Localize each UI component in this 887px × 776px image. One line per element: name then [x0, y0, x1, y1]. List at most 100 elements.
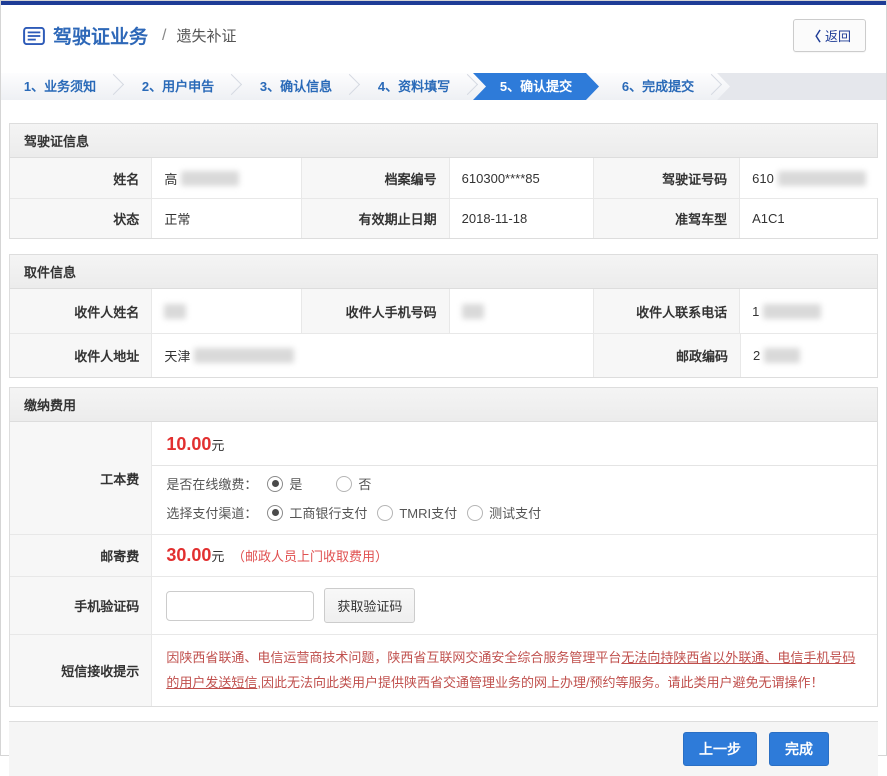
previous-step-button[interactable]: 上一步: [683, 732, 757, 766]
vehicle-class-label: 准驾车型: [593, 198, 740, 238]
recipient-phone-text: 1: [752, 304, 759, 319]
payment-channel-question: 选择支付渠道：: [166, 503, 257, 522]
mail-fee-unit: 元: [211, 549, 224, 564]
captcha-label: 手机验证码: [10, 576, 151, 634]
recipient-name-value: [151, 289, 301, 333]
redacted-text: [764, 348, 800, 363]
recipient-phone-label: 收件人联系电话: [593, 289, 740, 333]
breadcrumb-current: 遗失补证: [176, 25, 236, 46]
back-button[interactable]: 〈 返回: [793, 19, 866, 52]
step-label: 5、确认提交: [500, 79, 572, 94]
radio-unselected-icon: [336, 476, 352, 492]
footer-action-bar: 上一步 完成: [9, 721, 878, 776]
license-info-panel: 驾驶证信息 姓名 高 档案编号 610300****85 驾驶证号码 610 状…: [9, 123, 878, 239]
radio-channel-test[interactable]: 测试支付: [467, 503, 541, 522]
page-title: 驾驶证业务: [53, 22, 148, 49]
redacted-text: [778, 171, 866, 186]
file-number-value: 610300****85: [449, 158, 593, 198]
work-fee-amount-line: 10.00元: [152, 422, 877, 466]
back-chevron-icon: 〈: [808, 26, 821, 45]
recipient-mobile-value: [449, 289, 593, 333]
recipient-address-label: 收件人地址: [10, 333, 151, 377]
license-service-icon: [23, 27, 45, 45]
fees-panel: 缴纳费用 工本费 10.00元 是否在线缴费： 是 否 选择支付渠道：: [9, 387, 878, 707]
finish-button[interactable]: 完成: [769, 732, 829, 766]
online-payment-question-row: 是否在线缴费： 是 否: [152, 466, 877, 495]
license-number-text: 610: [752, 171, 774, 186]
name-label: 姓名: [10, 158, 151, 198]
expiry-value: 2018-11-18: [449, 198, 593, 238]
sms-text-before: 因陕西省联通、电信运营商技术问题，陕西省互联网交通安全综合服务管理平台: [166, 650, 621, 665]
status-value: 正常: [151, 198, 301, 238]
pickup-info-title: 取件信息: [10, 255, 877, 289]
radio-channel-tmri[interactable]: TMRI支付: [377, 503, 457, 522]
radio-pay-online-no[interactable]: 否: [336, 474, 371, 493]
work-fee-row: 工本费 10.00元 是否在线缴费： 是 否 选择支付渠道：: [10, 422, 877, 534]
step-nav: 1、业务须知 2、用户申告 3、确认信息 4、资料填写 5、确认提交 6、完成提…: [1, 73, 886, 100]
name-value: 高: [151, 158, 301, 198]
zip-code-text: 2: [753, 348, 760, 363]
mail-fee-row: 邮寄费 30.00元 （邮政人员上门收取费用）: [10, 534, 877, 576]
step-label: 3、确认信息: [260, 79, 332, 94]
step-label: 4、资料填写: [378, 79, 450, 94]
payment-channel-row: 选择支付渠道： 工商银行支付 TMRI支付 测试支付: [152, 495, 877, 534]
sms-notice-content: 因陕西省联通、电信运营商技术问题，陕西省互联网交通安全综合服务管理平台无法向持陕…: [151, 634, 877, 706]
captcha-input[interactable]: [166, 591, 314, 621]
channel-tmri-label: TMRI支付: [399, 503, 457, 522]
sms-notice-label: 短信接收提示: [10, 634, 151, 706]
redacted-text: [164, 304, 186, 319]
sms-text-after: ,因此无法向此类用户提供陕西省交通管理业务的网上办理/预约等服务。请此类用户避免…: [257, 675, 823, 690]
breadcrumb-separator: /: [162, 27, 166, 45]
radio-selected-icon: [267, 505, 283, 521]
file-number-label: 档案编号: [301, 158, 448, 198]
radio-channel-icbc[interactable]: 工商银行支付: [267, 503, 367, 522]
step-1-business-notice[interactable]: 1、业务须知: [1, 73, 119, 100]
step-4-fill-data[interactable]: 4、资料填写: [355, 73, 473, 100]
work-fee-amount: 10.00: [166, 434, 211, 454]
step-6-complete-submit[interactable]: 6、完成提交: [599, 73, 717, 100]
recipient-phone-value: 1: [739, 289, 877, 333]
sms-notice-text: 因陕西省联通、电信运营商技术问题，陕西省互联网交通安全综合服务管理平台无法向持陕…: [152, 635, 877, 706]
step-label: 2、用户申告: [142, 79, 214, 94]
radio-no-label: 否: [358, 474, 371, 493]
captcha-content: 获取验证码: [151, 576, 877, 634]
step-separator: [457, 74, 478, 95]
status-label: 状态: [10, 198, 151, 238]
vehicle-class-value: A1C1: [739, 198, 877, 238]
step-5-confirm-submit-active[interactable]: 5、确认提交: [473, 73, 599, 100]
step-2-user-declaration[interactable]: 2、用户申告: [119, 73, 237, 100]
step-nav-tail: [717, 73, 886, 100]
radio-selected-icon: [267, 476, 283, 492]
redacted-text: [763, 304, 821, 319]
get-captcha-button[interactable]: 获取验证码: [324, 588, 415, 623]
pickup-info-panel: 取件信息 收件人姓名 收件人手机号码 收件人联系电话 1 收件人地址 天津 邮政…: [9, 254, 878, 378]
step-separator: [701, 74, 722, 95]
redacted-text: [194, 348, 294, 363]
back-button-label: 返回: [825, 26, 851, 45]
title-wrap: 驾驶证业务 / 遗失补证: [23, 22, 236, 49]
table-row: 收件人姓名 收件人手机号码 收件人联系电话 1: [10, 289, 877, 333]
mail-fee-amount: 30.00: [166, 545, 211, 565]
license-number-label: 驾驶证号码: [593, 158, 740, 198]
table-row: 姓名 高 档案编号 610300****85 驾驶证号码 610: [10, 158, 877, 198]
recipient-mobile-label: 收件人手机号码: [301, 289, 448, 333]
work-fee-content: 10.00元 是否在线缴费： 是 否 选择支付渠道： 工商银行支付: [151, 422, 877, 534]
zip-code-label: 邮政编码: [593, 333, 740, 377]
online-payment-question: 是否在线缴费：: [166, 474, 257, 493]
name-value-text: 高: [164, 169, 177, 188]
redacted-text: [181, 171, 239, 186]
zip-code-value: 2: [740, 333, 877, 377]
channel-test-label: 测试支付: [489, 503, 541, 522]
page-header: 驾驶证业务 / 遗失补证 〈 返回: [1, 5, 886, 64]
step-label: 6、完成提交: [622, 79, 694, 94]
fees-title: 缴纳费用: [10, 388, 877, 422]
recipient-address-text: 天津: [164, 346, 190, 365]
work-fee-label: 工本费: [10, 422, 151, 534]
mail-fee-label: 邮寄费: [10, 534, 151, 576]
captcha-row: 手机验证码 获取验证码: [10, 576, 877, 634]
radio-pay-online-yes[interactable]: 是: [267, 474, 302, 493]
step-3-confirm-info[interactable]: 3、确认信息: [237, 73, 355, 100]
table-row: 收件人地址 天津 邮政编码 2: [10, 333, 877, 377]
radio-yes-label: 是: [289, 474, 302, 493]
license-info-title: 驾驶证信息: [10, 124, 877, 158]
